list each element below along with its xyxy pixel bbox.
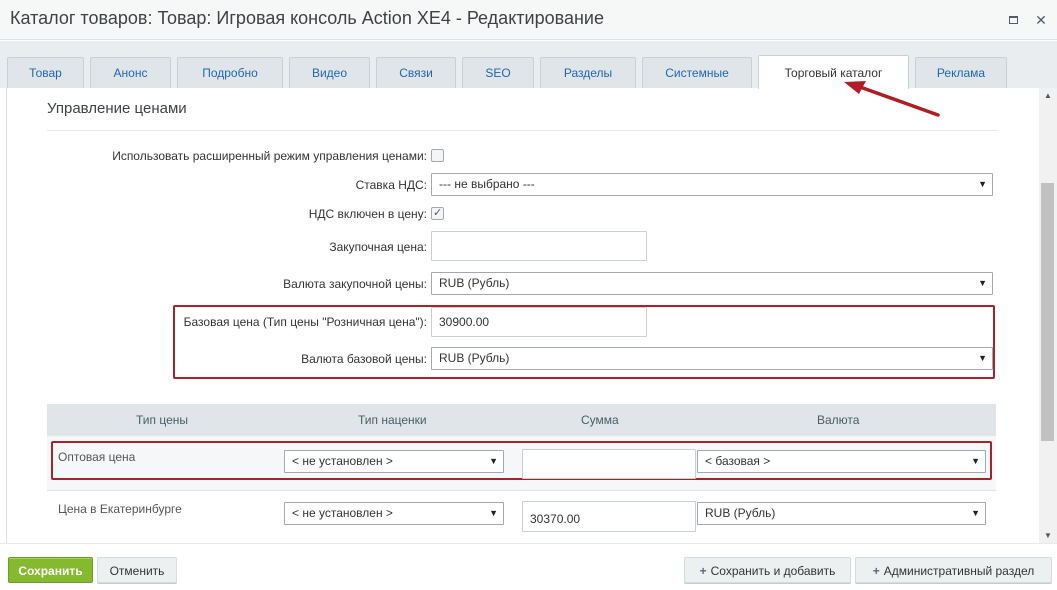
section-title: Управление ценами — [47, 100, 187, 117]
plus-icon: + — [872, 564, 880, 578]
tab-video[interactable]: Видео — [289, 57, 370, 88]
chevron-down-icon: ▼ — [489, 508, 498, 518]
sum-input[interactable]: 30370.00 — [522, 501, 696, 532]
currency-select[interactable]: < базовая > ▼ — [697, 450, 986, 473]
window-titlebar: Каталог товаров: Товар: Игровая консоль … — [0, 0, 1057, 40]
currency-value: RUB (Рубль) — [705, 506, 776, 520]
markup-type-select[interactable]: < не установлен > ▼ — [284, 502, 504, 525]
tab-system[interactable]: Системные — [642, 57, 752, 88]
vat-rate-value: --- не выбрано --- — [439, 177, 535, 191]
base-price-input[interactable]: 30900.00 — [431, 307, 647, 337]
save-and-add-button[interactable]: + Сохранить и добавить — [684, 557, 851, 583]
tab-details[interactable]: Подробно — [177, 57, 283, 88]
maximize-icon[interactable] — [1006, 13, 1020, 27]
divider — [47, 130, 997, 131]
scroll-up-icon[interactable]: ▲ — [1044, 91, 1052, 100]
base-currency-value: RUB (Рубль) — [439, 351, 510, 365]
purchase-currency-label: Валюта закупочной цены: — [283, 277, 427, 291]
plus-icon: + — [699, 564, 707, 578]
vat-included-checkbox[interactable] — [431, 206, 444, 220]
price-type-cell: Оптовая цена — [58, 450, 136, 464]
purchase-currency-select[interactable]: RUB (Рубль) ▼ — [431, 272, 993, 295]
column-header: Валюта — [817, 413, 860, 427]
footer-toolbar: Сохранить Отменить + Сохранить и добавить… — [0, 543, 1057, 590]
scroll-down-icon[interactable]: ▼ — [1044, 531, 1052, 540]
save-button[interactable]: Сохранить — [8, 557, 93, 583]
extended-mode-checkbox[interactable] — [431, 149, 444, 162]
price-table-header: Тип цены Тип наценки Сумма Валюта — [47, 404, 996, 436]
save-and-add-label: Сохранить и добавить — [710, 564, 836, 578]
column-header: Тип цены — [136, 413, 189, 427]
chevron-down-icon: ▼ — [978, 278, 987, 288]
vat-rate-select[interactable]: --- не выбрано --- ▼ — [431, 173, 993, 196]
annotation-arrow — [844, 81, 940, 117]
tab-announce[interactable]: Анонс — [90, 57, 171, 88]
cancel-button[interactable]: Отменить — [97, 557, 177, 583]
column-header: Тип наценки — [358, 413, 427, 427]
chevron-down-icon: ▼ — [971, 508, 980, 518]
base-price-label: Базовая цена (Тип цены "Розничная цена")… — [183, 315, 427, 329]
chevron-down-icon: ▼ — [978, 179, 987, 189]
purchase-price-label: Закупочная цена: — [329, 240, 427, 254]
chevron-down-icon: ▼ — [978, 353, 987, 363]
close-icon[interactable]: ✕ — [1034, 13, 1048, 27]
markup-type-value: < не установлен > — [292, 506, 393, 520]
sum-input[interactable] — [522, 449, 696, 479]
extended-mode-label: Использовать расширенный режим управлени… — [112, 149, 427, 163]
tab-product[interactable]: Товар — [7, 57, 84, 88]
tab-links[interactable]: Связи — [376, 57, 456, 88]
vat-included-label: НДС включен в цену: — [308, 207, 427, 221]
chevron-down-icon: ▼ — [971, 456, 980, 466]
base-currency-label: Валюта базовой цены: — [301, 352, 427, 366]
markup-type-select[interactable]: < не установлен > ▼ — [284, 450, 504, 473]
scrollbar[interactable]: ▲ ▼ — [1039, 88, 1057, 543]
price-type-cell: Цена в Екатеринбурге — [58, 502, 182, 516]
divider — [47, 490, 996, 491]
admin-section-button[interactable]: + Административный раздел — [855, 557, 1052, 583]
currency-select[interactable]: RUB (Рубль) ▼ — [697, 502, 986, 525]
base-currency-select[interactable]: RUB (Рубль) ▼ — [431, 347, 993, 370]
purchase-currency-value: RUB (Рубль) — [439, 276, 510, 290]
column-header: Сумма — [581, 413, 619, 427]
markup-type-value: < не установлен > — [292, 454, 393, 468]
currency-value: < базовая > — [705, 454, 771, 468]
chevron-down-icon: ▼ — [489, 456, 498, 466]
content-panel: Управление ценами Использовать расширенн… — [6, 88, 1037, 543]
purchase-price-input[interactable] — [431, 231, 647, 261]
admin-section-label: Административный раздел — [883, 564, 1035, 578]
tab-seo[interactable]: SEO — [462, 57, 534, 88]
window-title: Каталог товаров: Товар: Игровая консоль … — [10, 8, 604, 28]
scroll-thumb[interactable] — [1041, 183, 1054, 441]
tab-sections[interactable]: Разделы — [540, 57, 636, 88]
vat-rate-label: Ставка НДС: — [355, 178, 427, 192]
